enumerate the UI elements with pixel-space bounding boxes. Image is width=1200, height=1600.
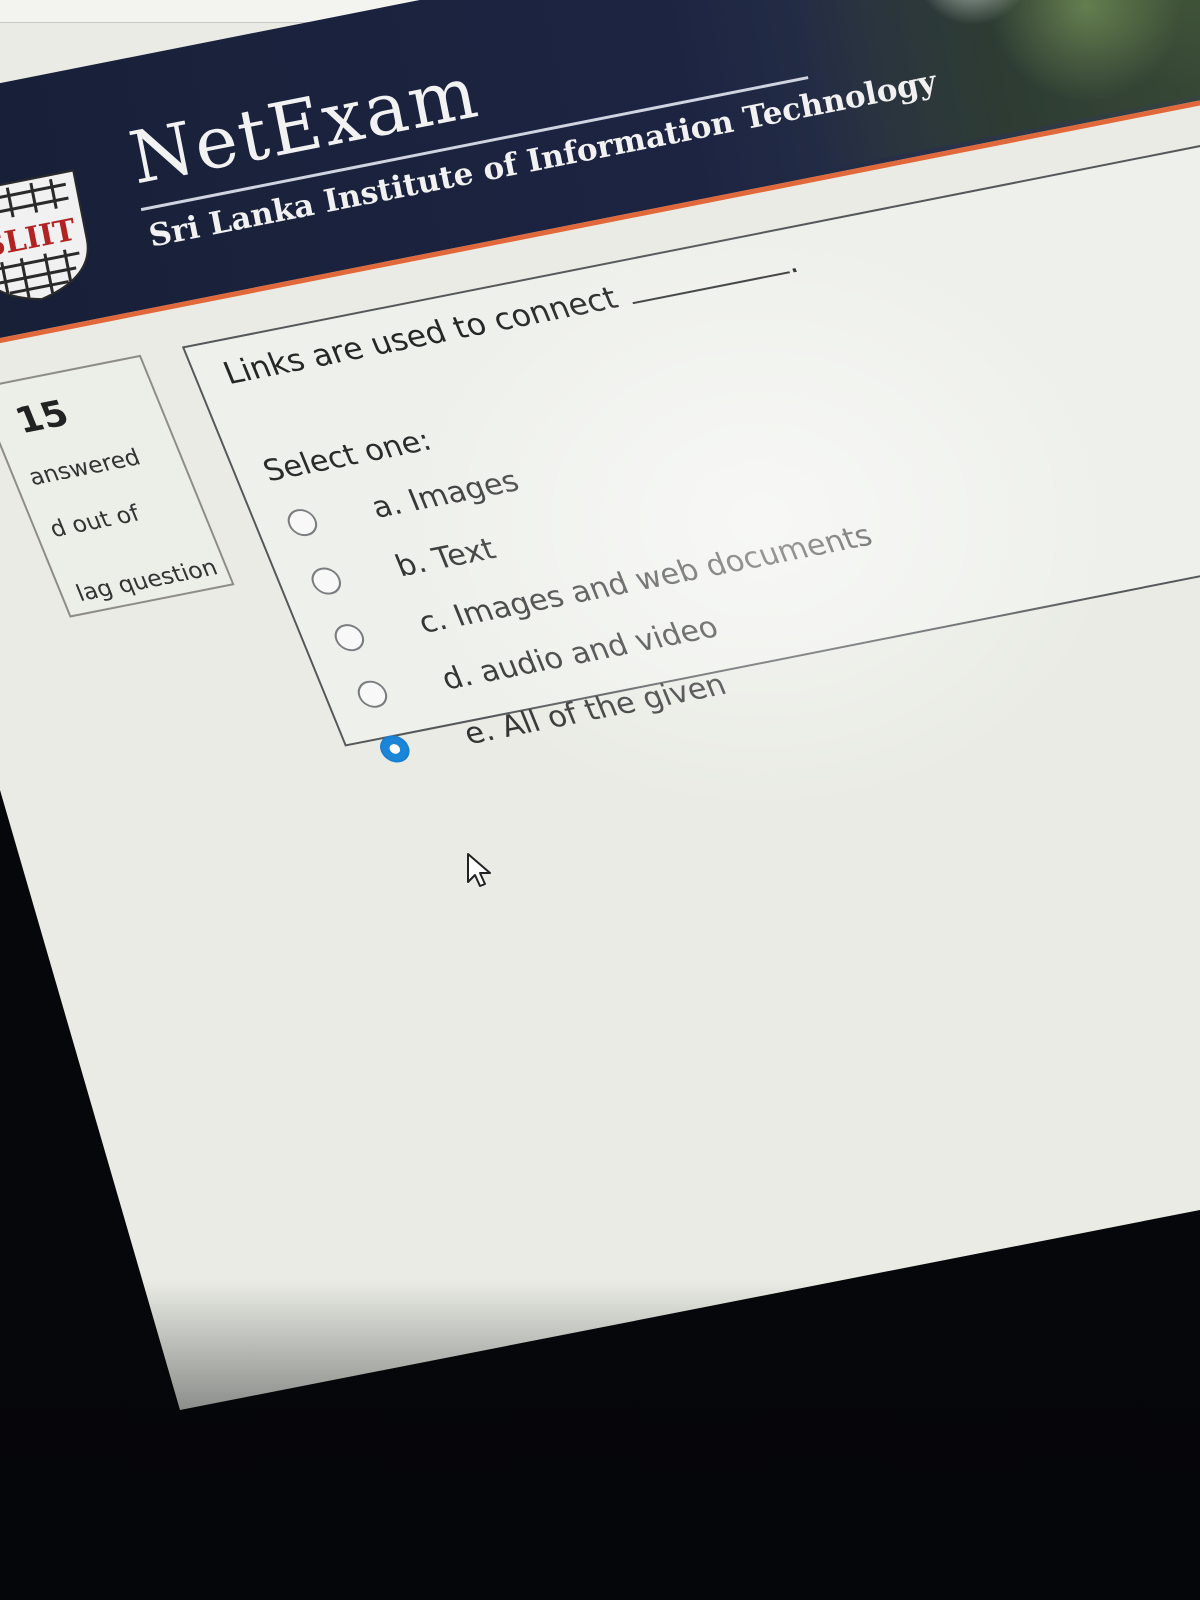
question-number: 15 [9, 393, 75, 442]
radio-icon[interactable] [283, 506, 322, 539]
option-label: a. Images [366, 463, 525, 526]
flag-question-link[interactable]: lag question [72, 555, 221, 607]
radio-icon[interactable] [330, 621, 369, 654]
mouse-cursor-icon [467, 853, 491, 887]
question-stem: Links are used to connect [218, 280, 623, 392]
photo-stage: SLIIT NetExam Sri Lanka Institute of Inf… [0, 0, 1200, 1600]
question-info-block: 15 answered d out of lag question [0, 354, 235, 618]
quiz-content: 15 answered d out of lag question Links … [0, 132, 1200, 1410]
answer-blank [622, 246, 791, 305]
radio-icon[interactable] [353, 678, 392, 711]
question-mark: d out of [46, 500, 144, 543]
radio-icon[interactable] [307, 565, 346, 597]
sliit-logo-icon: SLIIT [0, 169, 89, 301]
question-status: answered [25, 444, 145, 491]
option-label: b. Text [390, 531, 501, 584]
radio-icon[interactable] [375, 733, 414, 765]
monitor-screen: SLIIT NetExam Sri Lanka Institute of Inf… [0, 0, 1200, 1410]
